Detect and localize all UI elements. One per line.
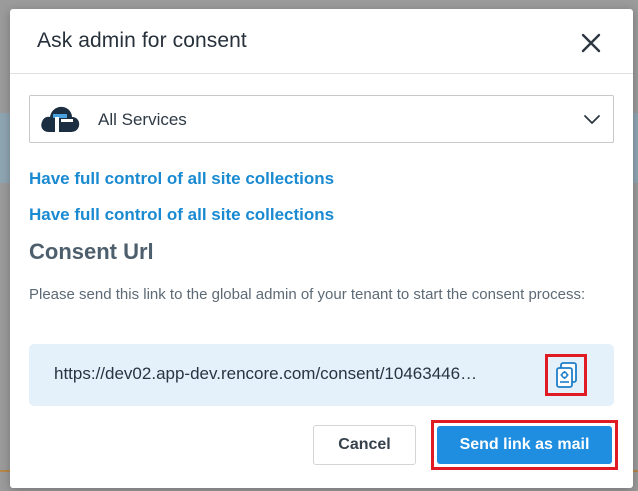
service-dropdown[interactable]: All Services	[29, 95, 614, 143]
consent-dialog: Ask admin for consent All Services Have …	[10, 9, 633, 488]
cloud-services-icon	[39, 102, 81, 136]
consent-url-box: https://dev02.app-dev.rencore.com/consen…	[29, 344, 614, 406]
chevron-down-icon	[583, 111, 601, 129]
consent-url[interactable]: https://dev02.app-dev.rencore.com/consen…	[54, 364, 534, 384]
service-selected-value: All Services	[98, 110, 187, 129]
copy-icon[interactable]	[545, 354, 587, 396]
close-icon[interactable]	[579, 31, 603, 55]
cancel-button[interactable]: Cancel	[313, 425, 416, 465]
send-button-highlight: Send link as mail	[431, 420, 618, 470]
send-link-button[interactable]: Send link as mail	[437, 426, 612, 464]
background-panel-left	[0, 113, 10, 183]
permission-link[interactable]: Have full control of all site collection…	[29, 169, 334, 189]
permission-link[interactable]: Have full control of all site collection…	[29, 205, 334, 225]
consent-url-heading: Consent Url	[29, 239, 154, 264]
dialog-header: Ask admin for consent	[10, 9, 633, 74]
dialog-title: Ask admin for consent	[37, 29, 247, 52]
consent-instruction: Please send this link to the global admi…	[29, 286, 586, 303]
